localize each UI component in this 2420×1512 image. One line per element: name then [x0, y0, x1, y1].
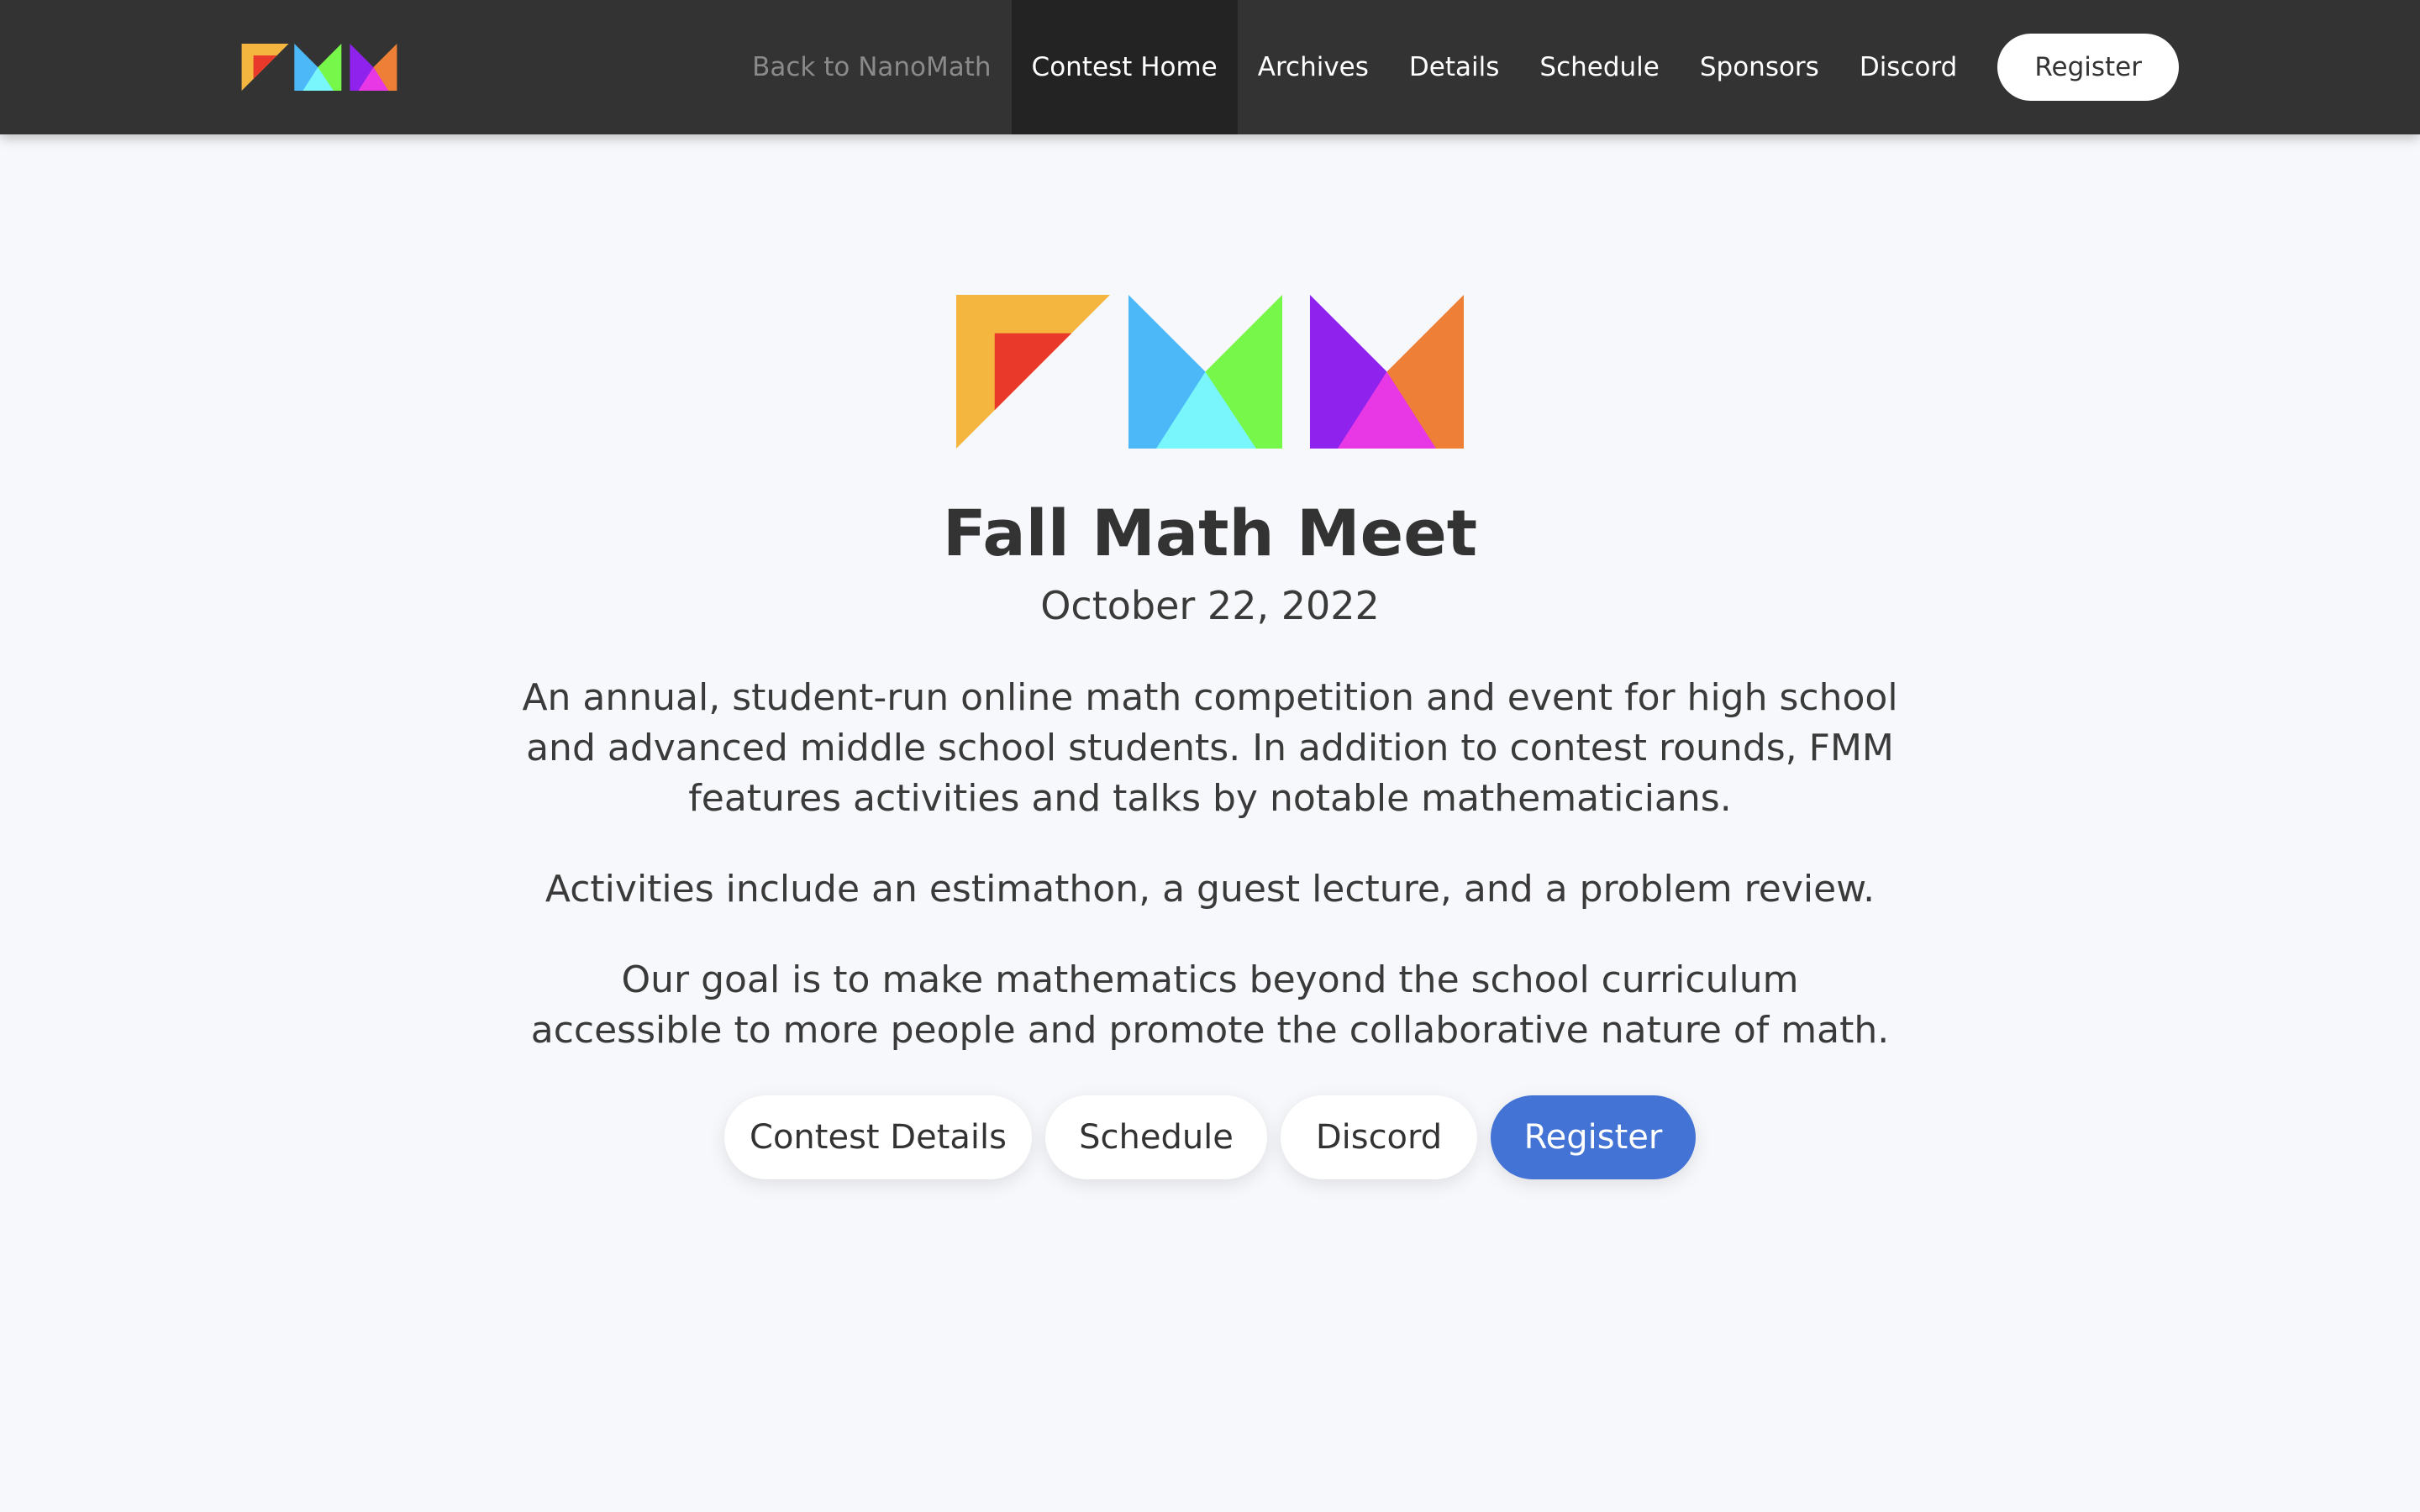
discord-button[interactable]: Discord [1281, 1095, 1477, 1179]
cta-buttons: Contest Details Schedule Discord Registe… [0, 1095, 2420, 1179]
goal-line: accessible to more people and promote th… [530, 1009, 1890, 1052]
intro-line: and advanced middle school students. In … [526, 727, 1894, 769]
nav-link-schedule[interactable]: Schedule [1519, 0, 1679, 134]
register-button[interactable]: Register [1491, 1095, 1696, 1179]
nav-links: Back to NanoMath Contest Home Archives D… [732, 0, 2179, 134]
nav-link-discord[interactable]: Discord [1839, 0, 1978, 134]
intro-line: An annual, student-run online math compe… [522, 676, 1898, 719]
nav-link-contest-home[interactable]: Contest Home [1011, 0, 1238, 134]
activities-line: Activities include an estimathon, a gues… [544, 868, 1876, 911]
nav-link-details[interactable]: Details [1389, 0, 1519, 134]
page-title: Fall Math Meet [942, 496, 1478, 570]
fmm-logo-icon[interactable] [241, 44, 397, 91]
nav-link-archives[interactable]: Archives [1238, 0, 1389, 134]
nav-register-button[interactable]: Register [1997, 34, 2179, 101]
nav-link-sponsors[interactable]: Sponsors [1680, 0, 1839, 134]
goal-paragraph: Our goal is to make mathematics beyond t… [0, 955, 2420, 1056]
goal-line: Our goal is to make mathematics beyond t… [621, 958, 1799, 1001]
nav-link-back-to-nanomath[interactable]: Back to NanoMath [732, 0, 1011, 134]
activities-paragraph: Activities include an estimathon, a gues… [0, 864, 2420, 915]
top-navbar: Back to NanoMath Contest Home Archives D… [0, 0, 2420, 134]
intro-line: features activities and talks by notable… [688, 777, 1732, 820]
hero-fmm-logo-icon [956, 294, 1464, 449]
event-date: October 22, 2022 [1040, 583, 1380, 628]
schedule-button[interactable]: Schedule [1045, 1095, 1267, 1179]
contest-details-button[interactable]: Contest Details [724, 1095, 1032, 1179]
intro-paragraph: An annual, student-run online math compe… [0, 673, 2420, 824]
